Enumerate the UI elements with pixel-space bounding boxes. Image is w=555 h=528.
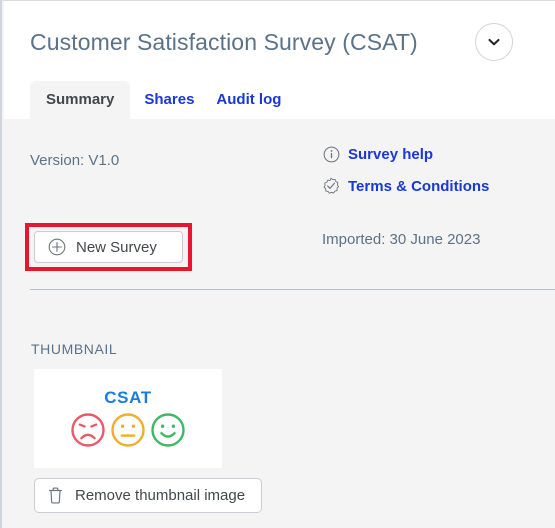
sad-face-icon — [71, 412, 105, 447]
title-row: Customer Satisfaction Survey (CSAT) — [30, 19, 535, 65]
terms-conditions-label: Terms & Conditions — [348, 177, 490, 195]
thumbnail-caption: CSAT — [104, 387, 152, 407]
remove-thumbnail-label: Remove thumbnail image — [75, 487, 246, 504]
help-links: Survey help Terms & Conditions — [322, 145, 489, 209]
panel-header: Customer Satisfaction Survey (CSAT) Summ… — [4, 1, 555, 119]
terms-conditions-link[interactable]: Terms & Conditions — [322, 177, 489, 195]
tab-bar: Summary Shares Audit log — [30, 77, 289, 119]
tab-audit-log[interactable]: Audit log — [208, 81, 289, 119]
plus-circle-icon — [48, 238, 66, 256]
imported-date: Imported: 30 June 2023 — [322, 231, 481, 248]
tab-summary[interactable]: Summary — [30, 81, 131, 119]
info-circle-icon — [322, 145, 340, 163]
happy-face-icon — [151, 412, 185, 447]
tab-shares[interactable]: Shares — [136, 81, 202, 119]
chevron-down-icon — [488, 38, 500, 46]
satisfaction-faces — [68, 410, 188, 450]
new-survey-button[interactable]: New Survey — [34, 231, 183, 263]
summary-info-block: Version: V1.0 Survey help Terms & Condit… — [4, 119, 555, 284]
version-text: Version: V1.0 — [30, 152, 120, 169]
section-divider — [30, 289, 555, 290]
survey-help-label: Survey help — [348, 145, 434, 163]
survey-detail-panel: Customer Satisfaction Survey (CSAT) Summ… — [0, 0, 555, 528]
certificate-check-icon — [322, 177, 340, 195]
expand-collapse-button[interactable] — [475, 23, 513, 61]
new-survey-label: New Survey — [76, 238, 157, 256]
thumbnail-section-label: THUMBNAIL — [31, 341, 118, 357]
remove-thumbnail-button[interactable]: Remove thumbnail image — [34, 478, 263, 513]
thumbnail-image: CSAT — [34, 369, 222, 468]
survey-help-link[interactable]: Survey help — [322, 145, 489, 163]
panel-body: Version: V1.0 Survey help Terms & Condit… — [4, 119, 555, 528]
trash-icon — [47, 486, 64, 505]
page-title: Customer Satisfaction Survey (CSAT) — [30, 28, 418, 55]
neutral-face-icon — [111, 412, 145, 447]
